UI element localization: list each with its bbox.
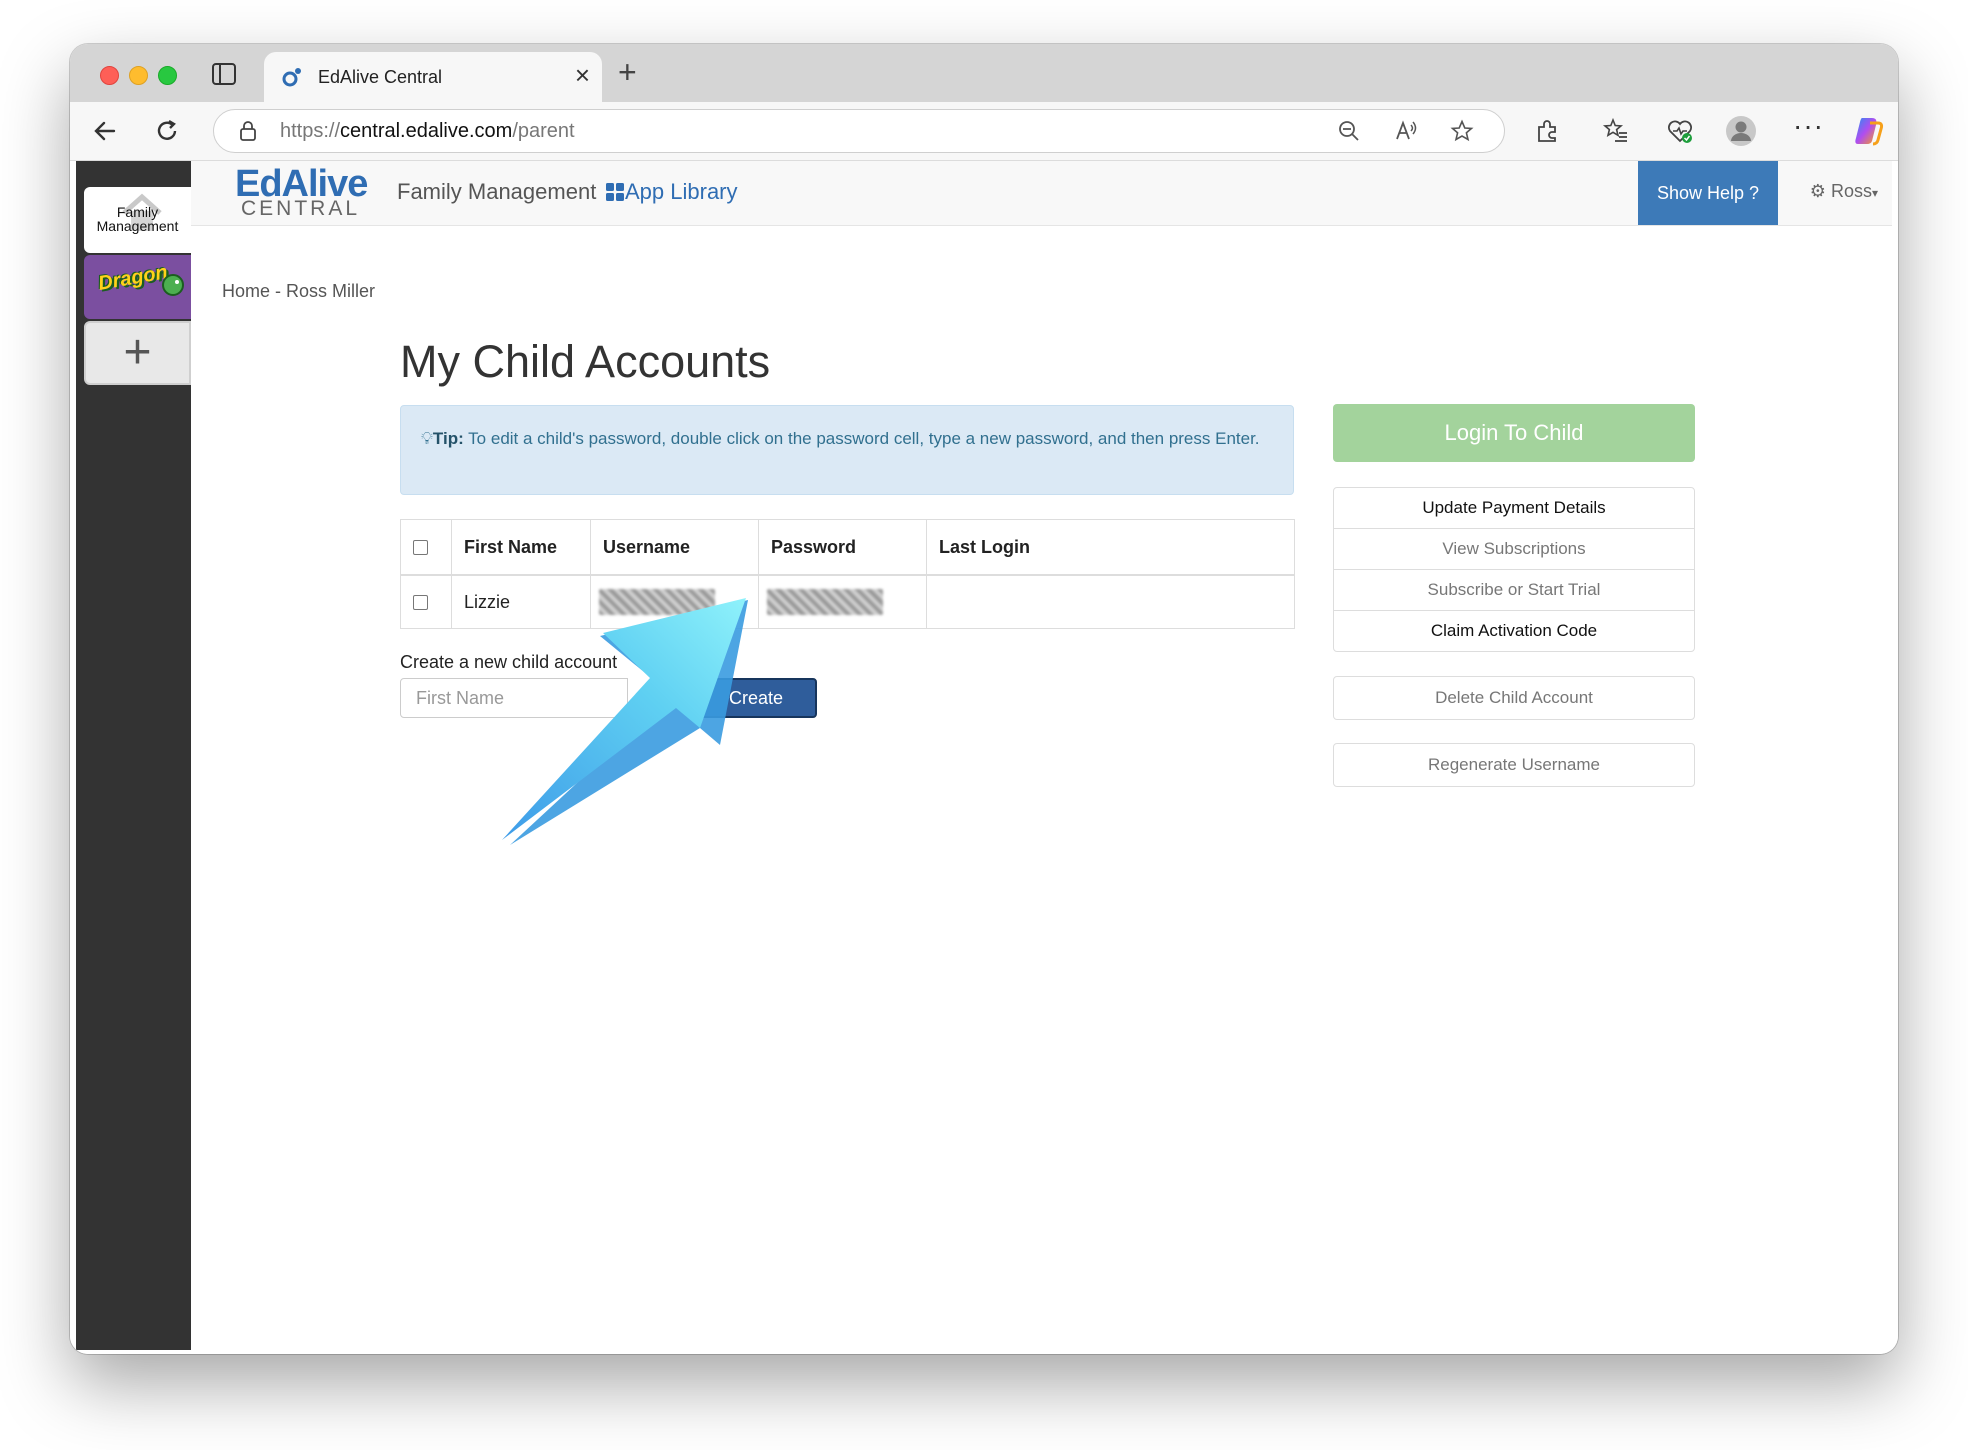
back-icon[interactable] bbox=[90, 116, 120, 146]
lightbulb-icon: 💡︎ bbox=[421, 429, 433, 448]
browser-window: EdAlive Central × + https://central.edal… bbox=[70, 44, 1898, 1354]
minimize-window-button[interactable] bbox=[129, 66, 148, 85]
select-all-header bbox=[400, 519, 452, 576]
redacted-username bbox=[599, 589, 715, 615]
cell-last-login bbox=[926, 574, 1295, 629]
grid-icon bbox=[606, 183, 624, 201]
extensions-icon[interactable] bbox=[1533, 117, 1561, 145]
read-aloud-icon[interactable] bbox=[1394, 119, 1418, 143]
show-help-button[interactable]: Show Help ? bbox=[1638, 161, 1778, 225]
table-header-row: First Name Username Password Last Login bbox=[400, 519, 1295, 576]
url-text: https://central.edalive.com/parent bbox=[280, 120, 575, 142]
sidebar-item-family-management[interactable]: Family Management bbox=[84, 187, 191, 253]
gear-icon: ⚙ bbox=[1809, 181, 1826, 201]
sidebar-item-dragon-app[interactable]: Dragon bbox=[84, 255, 191, 319]
view-subscriptions-button[interactable]: View Subscriptions bbox=[1334, 529, 1694, 570]
user-menu[interactable]: ⚙ Ross▾ bbox=[1810, 181, 1878, 202]
table-row[interactable]: Lizzie bbox=[400, 574, 1295, 629]
page-title: My Child Accounts bbox=[400, 336, 771, 387]
header-username[interactable]: Username bbox=[590, 519, 759, 576]
sidebar-add-app-button[interactable]: + bbox=[84, 321, 191, 385]
select-all-checkbox[interactable] bbox=[413, 540, 428, 556]
dragon-icon bbox=[162, 274, 184, 296]
subscribe-trial-button[interactable]: Subscribe or Start Trial bbox=[1334, 570, 1694, 611]
breadcrumb[interactable]: Home - Ross Miller bbox=[222, 281, 375, 302]
nav-family-management[interactable]: Family Management bbox=[397, 179, 596, 205]
header-first-name[interactable]: First Name bbox=[451, 519, 591, 576]
close-window-button[interactable] bbox=[100, 66, 119, 85]
favorite-star-icon[interactable] bbox=[1450, 119, 1474, 143]
browser-essentials-icon[interactable] bbox=[1666, 117, 1694, 145]
user-name: Ross bbox=[1830, 181, 1872, 201]
account-actions-group: Update Payment Details View Subscription… bbox=[1333, 487, 1695, 652]
redacted-password bbox=[767, 589, 883, 615]
tab-title: EdAlive Central bbox=[318, 67, 443, 87]
create-child-label: Create a new child account bbox=[400, 652, 618, 672]
caret-down-icon: ▾ bbox=[1871, 186, 1878, 200]
brand-central-text: CENTRAL bbox=[241, 197, 361, 220]
row-checkbox[interactable] bbox=[413, 595, 428, 611]
address-bar[interactable]: https://central.edalive.com/parent bbox=[213, 109, 1505, 153]
browser-toolbar: https://central.edalive.com/parent ··· bbox=[70, 102, 1898, 161]
first-name-input[interactable]: First Name bbox=[400, 678, 628, 718]
new-tab-icon[interactable]: + bbox=[618, 56, 637, 88]
cell-username[interactable] bbox=[590, 574, 759, 629]
lock-icon[interactable] bbox=[238, 120, 258, 142]
more-options-icon[interactable]: ··· bbox=[1793, 110, 1824, 142]
claim-activation-code-button[interactable]: Claim Activation Code bbox=[1334, 611, 1694, 651]
delete-child-account-button[interactable]: Delete Child Account bbox=[1333, 676, 1695, 720]
tip-label: Tip: bbox=[432, 429, 464, 448]
tip-text: To edit a child's password, double click… bbox=[463, 429, 1260, 448]
plus-icon: + bbox=[123, 326, 152, 379]
copilot-icon[interactable] bbox=[1852, 115, 1884, 147]
favorites-icon[interactable] bbox=[1602, 117, 1630, 145]
app-sidebar: Family Management Dragon + bbox=[76, 161, 191, 1350]
family-label-line1: Family bbox=[116, 204, 159, 220]
tip-alert: 💡︎Tip: To edit a child's password, doubl… bbox=[400, 405, 1294, 495]
cell-first-name[interactable]: Lizzie bbox=[451, 574, 591, 629]
edalive-favicon-icon bbox=[282, 68, 301, 87]
regenerate-username-button[interactable]: Regenerate Username bbox=[1333, 743, 1695, 787]
cell-password[interactable] bbox=[758, 574, 927, 629]
tab-close-icon[interactable]: × bbox=[575, 62, 590, 88]
nav-app-library[interactable]: App Library bbox=[625, 179, 738, 205]
sidebar-toggle-icon[interactable] bbox=[211, 62, 237, 86]
page-content: Family Management Dragon + EdAlive CENTR… bbox=[70, 161, 1898, 1354]
login-to-child-button[interactable]: Login To Child bbox=[1333, 404, 1695, 462]
header-last-login[interactable]: Last Login bbox=[926, 519, 1295, 576]
family-label-line2: Management bbox=[96, 218, 179, 234]
reload-icon[interactable] bbox=[152, 116, 182, 146]
tab-edalive[interactable]: EdAlive Central × bbox=[264, 52, 602, 102]
top-navbar: EdAlive CENTRAL Family Management App Li… bbox=[191, 161, 1892, 226]
create-button[interactable]: Create bbox=[695, 678, 817, 718]
header-password[interactable]: Password bbox=[758, 519, 927, 576]
child-accounts-table: First Name Username Password Last Login … bbox=[400, 519, 1295, 629]
profile-avatar-icon[interactable] bbox=[1725, 115, 1757, 147]
row-select-cell bbox=[400, 574, 452, 629]
tab-bar: EdAlive Central × + bbox=[70, 44, 1898, 102]
zoom-window-button[interactable] bbox=[158, 66, 177, 85]
zoom-out-icon[interactable] bbox=[1337, 119, 1361, 143]
update-payment-button[interactable]: Update Payment Details bbox=[1334, 488, 1694, 529]
